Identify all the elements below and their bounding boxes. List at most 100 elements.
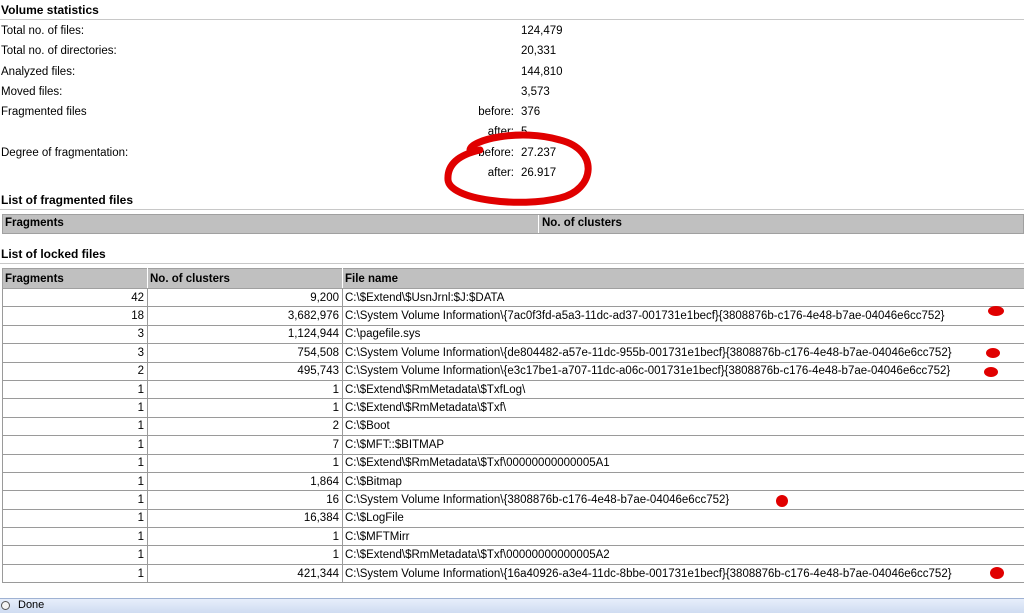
fragments-cell: 1 <box>3 380 148 398</box>
fragments-cell: 3 <box>3 325 148 343</box>
fragmented-after-label: after: <box>488 126 514 138</box>
total-files-value: 124,479 <box>521 25 563 37</box>
clusters-cell: 2 <box>148 417 343 435</box>
clusters-cell: 495,743 <box>148 362 343 380</box>
table-row[interactable]: 3754,508C:\System Volume Information\{de… <box>3 344 1024 362</box>
clusters-cell: 1,124,944 <box>148 325 343 343</box>
degree-fragmentation-label: Degree of fragmentation: <box>1 147 128 159</box>
fragments-cell: 1 <box>3 454 148 472</box>
filename-cell: C:\$Bitmap <box>343 472 1024 490</box>
fragments-cell: 1 <box>3 399 148 417</box>
table-row[interactable]: 31,124,944C:\pagefile.sys <box>3 325 1024 343</box>
table-row[interactable]: 116,384C:\$LogFile <box>3 509 1024 527</box>
clusters-cell: 1 <box>148 380 343 398</box>
status-icon <box>1 601 10 610</box>
total-dirs-value: 20,331 <box>521 45 556 57</box>
moved-files-value: 3,573 <box>521 86 550 98</box>
table-row[interactable]: 11,864C:\$Bitmap <box>3 472 1024 490</box>
table-row[interactable]: 116C:\System Volume Information\{3808876… <box>3 491 1024 509</box>
filename-cell: C:\System Volume Information\{e3c17be1-a… <box>343 362 1024 380</box>
fragments-column-header[interactable]: Fragments <box>3 269 148 289</box>
section-divider <box>0 263 1024 264</box>
filename-cell: C:\$Extend\$RmMetadata\$TxfLog\ <box>343 380 1024 398</box>
moved-files-label: Moved files: <box>1 86 62 98</box>
table-row[interactable]: 2495,743C:\System Volume Information\{e3… <box>3 362 1024 380</box>
filename-cell: C:\$Extend\$RmMetadata\$Txf\000000000000… <box>343 454 1024 472</box>
analyzed-files-label: Analyzed files: <box>1 66 75 78</box>
clusters-cell: 9,200 <box>148 289 343 307</box>
locked-files-table: Fragments No. of clusters File name 429,… <box>2 268 1024 583</box>
degree-after-label: after: <box>488 167 514 179</box>
table-row[interactable]: 11C:\$MFTMirr <box>3 528 1024 546</box>
fragments-cell: 1 <box>3 472 148 490</box>
table-row[interactable]: 11C:\$Extend\$RmMetadata\$TxfLog\ <box>3 380 1024 398</box>
fragments-cell: 1 <box>3 564 148 582</box>
degree-before-label: before: <box>478 147 514 159</box>
table-row[interactable]: 17C:\$MFT::$BITMAP <box>3 436 1024 454</box>
clusters-cell: 1 <box>148 454 343 472</box>
clusters-cell: 754,508 <box>148 344 343 362</box>
table-row[interactable]: 11C:\$Extend\$RmMetadata\$Txf\0000000000… <box>3 454 1024 472</box>
fragments-cell: 42 <box>3 289 148 307</box>
fragments-cell: 2 <box>3 362 148 380</box>
clusters-cell: 421,344 <box>148 564 343 582</box>
clusters-column-header[interactable]: No. of clusters <box>540 215 622 233</box>
volume-statistics-title: Volume statistics <box>1 3 99 17</box>
fragments-cell: 1 <box>3 528 148 546</box>
filename-cell: C:\System Volume Information\{de804482-a… <box>343 344 1024 362</box>
clusters-cell: 16,384 <box>148 509 343 527</box>
fragmented-before-value: 376 <box>521 106 540 118</box>
clusters-column-header[interactable]: No. of clusters <box>148 269 343 289</box>
filename-cell: C:\System Volume Information\{7ac0f3fd-a… <box>343 307 1024 325</box>
table-row[interactable]: 1421,344C:\System Volume Information\{16… <box>3 564 1024 582</box>
status-bar: Done <box>0 598 1024 613</box>
clusters-cell: 1 <box>148 546 343 564</box>
fragments-cell: 1 <box>3 417 148 435</box>
filename-cell: C:\$Boot <box>343 417 1024 435</box>
total-dirs-label: Total no. of directories: <box>1 45 117 57</box>
fragments-cell: 1 <box>3 509 148 527</box>
locked-files-header-row: Fragments No. of clusters File name <box>3 269 1024 289</box>
fragmented-files-label: Fragmented files <box>1 106 87 118</box>
filename-cell: C:\$Extend\$RmMetadata\$Txf\000000000000… <box>343 546 1024 564</box>
clusters-cell: 7 <box>148 436 343 454</box>
total-files-label: Total no. of files: <box>1 25 84 37</box>
table-row[interactable]: 183,682,976C:\System Volume Information\… <box>3 307 1024 325</box>
fragmented-files-title: List of fragmented files <box>1 193 133 207</box>
clusters-cell: 1 <box>148 399 343 417</box>
clusters-cell: 16 <box>148 491 343 509</box>
filename-cell: C:\$LogFile <box>343 509 1024 527</box>
clusters-cell: 3,682,976 <box>148 307 343 325</box>
clusters-cell: 1,864 <box>148 472 343 490</box>
fragments-column-header[interactable]: Fragments <box>3 215 539 233</box>
degree-before-value: 27.237 <box>521 147 556 159</box>
degree-after-value: 26.917 <box>521 167 556 179</box>
filename-cell: C:\$Extend\$RmMetadata\$Txf\ <box>343 399 1024 417</box>
fragments-cell: 1 <box>3 491 148 509</box>
filename-cell: C:\$MFT::$BITMAP <box>343 436 1024 454</box>
filename-cell: C:\pagefile.sys <box>343 325 1024 343</box>
table-row[interactable]: 12C:\$Boot <box>3 417 1024 435</box>
fragments-cell: 1 <box>3 546 148 564</box>
filename-cell: C:\$MFTMirr <box>343 528 1024 546</box>
red-circle-annotation <box>448 135 588 202</box>
section-divider <box>0 19 1024 20</box>
clusters-cell: 1 <box>148 528 343 546</box>
fragments-cell: 18 <box>3 307 148 325</box>
analyzed-files-value: 144,810 <box>521 66 563 78</box>
fragmented-before-label: before: <box>478 106 514 118</box>
filename-cell: C:\$Extend\$UsnJrnl:$J:$DATA <box>343 289 1024 307</box>
fragments-cell: 3 <box>3 344 148 362</box>
section-divider <box>0 209 1024 210</box>
table-row[interactable]: 11C:\$Extend\$RmMetadata\$Txf\0000000000… <box>3 546 1024 564</box>
filename-cell: C:\System Volume Information\{3808876b-c… <box>343 491 1024 509</box>
locked-files-title: List of locked files <box>1 247 106 261</box>
fragments-cell: 1 <box>3 436 148 454</box>
filename-column-header[interactable]: File name <box>343 269 1024 289</box>
fragmented-files-header: Fragments No. of clusters <box>2 214 1024 234</box>
status-text: Done <box>18 599 44 611</box>
fragmented-after-value: 5 <box>521 126 527 138</box>
table-row[interactable]: 429,200C:\$Extend\$UsnJrnl:$J:$DATA <box>3 289 1024 307</box>
filename-cell: C:\System Volume Information\{16a40926-a… <box>343 564 1024 582</box>
table-row[interactable]: 11C:\$Extend\$RmMetadata\$Txf\ <box>3 399 1024 417</box>
